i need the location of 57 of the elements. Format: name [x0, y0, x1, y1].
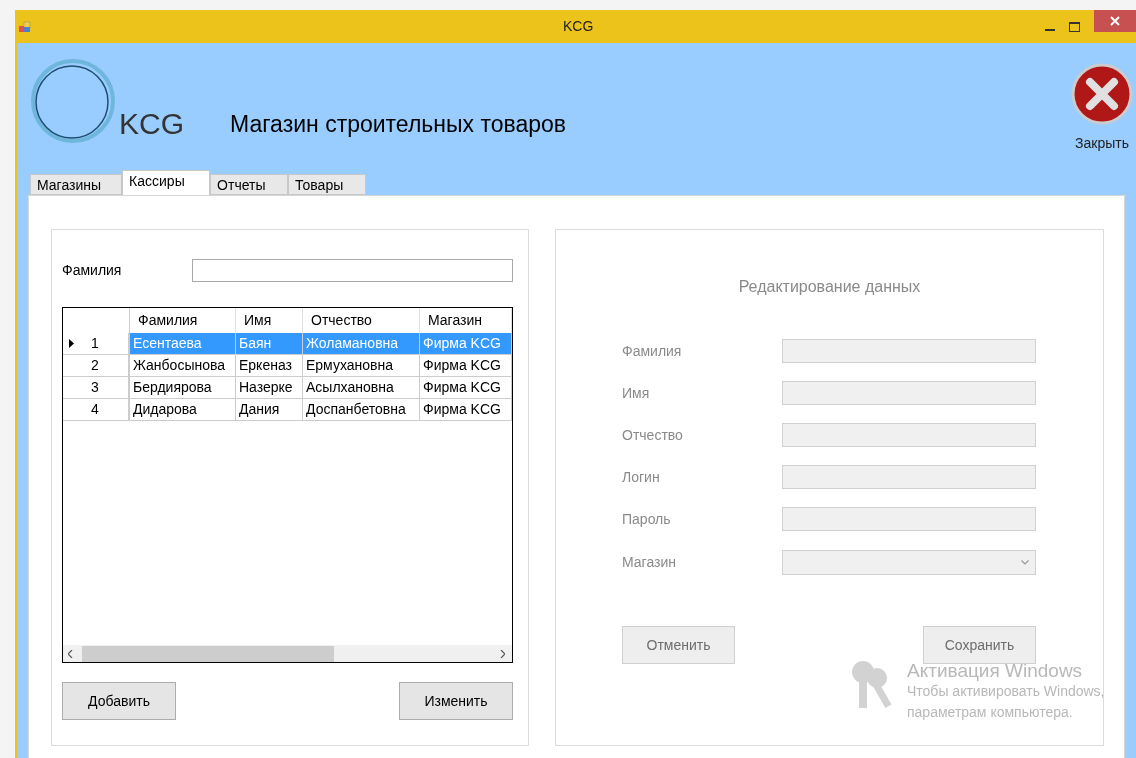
table-cell: Назерке [236, 377, 303, 399]
search-label: Фамилия [62, 261, 123, 280]
ring-logo-icon [30, 58, 116, 144]
field-label: Имя [622, 383, 651, 403]
tab[interactable]: Кассиры [122, 170, 211, 195]
row-pointer-icon [69, 339, 74, 348]
field-label: Пароль [622, 509, 672, 529]
close-icon [1071, 63, 1133, 125]
activation-text: параметрам компьютера. [907, 703, 1074, 722]
table-cell: Еркеназ [236, 355, 303, 377]
panel-title: Редактирование данных [738, 277, 921, 297]
field-label: Магазин [622, 553, 677, 572]
window-title: KCG [563, 17, 594, 36]
tab[interactable]: Магазины [30, 174, 123, 195]
close-icon [1110, 16, 1120, 26]
field-label: Фамилия [622, 341, 683, 361]
table-cell: Бердиярова [130, 377, 236, 399]
app-icon [19, 20, 31, 33]
chevron-down-icon [1021, 560, 1029, 565]
table-cell: Асылхановна [303, 377, 420, 399]
row-number: 1 [91, 334, 99, 353]
table-cell: Фирма KCG [420, 333, 512, 355]
table-cell: Дания [236, 399, 303, 421]
tab[interactable]: Отчеты [210, 174, 289, 195]
search-field[interactable] [191, 259, 513, 282]
table-cell: Жанбосынова [130, 355, 236, 377]
close-window-button[interactable] [1094, 10, 1136, 32]
table-cell: Дидарова [130, 399, 236, 421]
table-cell: Фирма KCG [420, 399, 512, 421]
field-label: Логин [622, 467, 661, 487]
grid-row[interactable]: 2 Жанбосынова Еркеназ Ермухановна Фирма KCG [63, 355, 512, 377]
logo-text: KCG [119, 109, 184, 139]
table-cell: Жоламановна [303, 333, 420, 355]
table-cell: Есентаева [130, 333, 236, 355]
table-cell: Фирма KCG [420, 355, 512, 377]
button[interactable]: Изменить [399, 682, 513, 720]
activation-text: Чтобы активировать Windows, [907, 682, 1105, 701]
grid-row[interactable]: 3 Бердиярова Назерке Асылхановна Фирма KCG [63, 377, 512, 399]
app-title: Магазин строительных товаров [230, 113, 567, 136]
maximize-icon[interactable] [1069, 21, 1080, 32]
grid-row[interactable]: 4 Дидарова Дания Доспанбетовна Фирма KCG [63, 399, 512, 421]
table-cell: Баян [236, 333, 303, 355]
row-number: 3 [91, 378, 99, 397]
scroll-right-icon[interactable] [500, 649, 505, 658]
scrollbar-thumb[interactable] [82, 645, 334, 662]
table-cell: Ермухановна [303, 355, 420, 377]
grid-row[interactable]: 1 Есентаева Баян Жоламановна Фирма KCG [63, 333, 512, 355]
table-cell: Фирма KCG [420, 377, 512, 399]
tab[interactable]: Товары [288, 174, 367, 195]
button[interactable]: Добавить [62, 682, 176, 720]
field-label: Отчество [622, 425, 684, 445]
close-app-button[interactable]: Закрыть [1071, 63, 1133, 154]
horizontal-scrollbar[interactable] [63, 645, 512, 662]
row-number: 4 [91, 400, 99, 419]
scroll-left-icon[interactable] [68, 649, 73, 658]
row-number: 2 [91, 356, 99, 375]
table-cell: Доспанбетовна [303, 399, 420, 421]
